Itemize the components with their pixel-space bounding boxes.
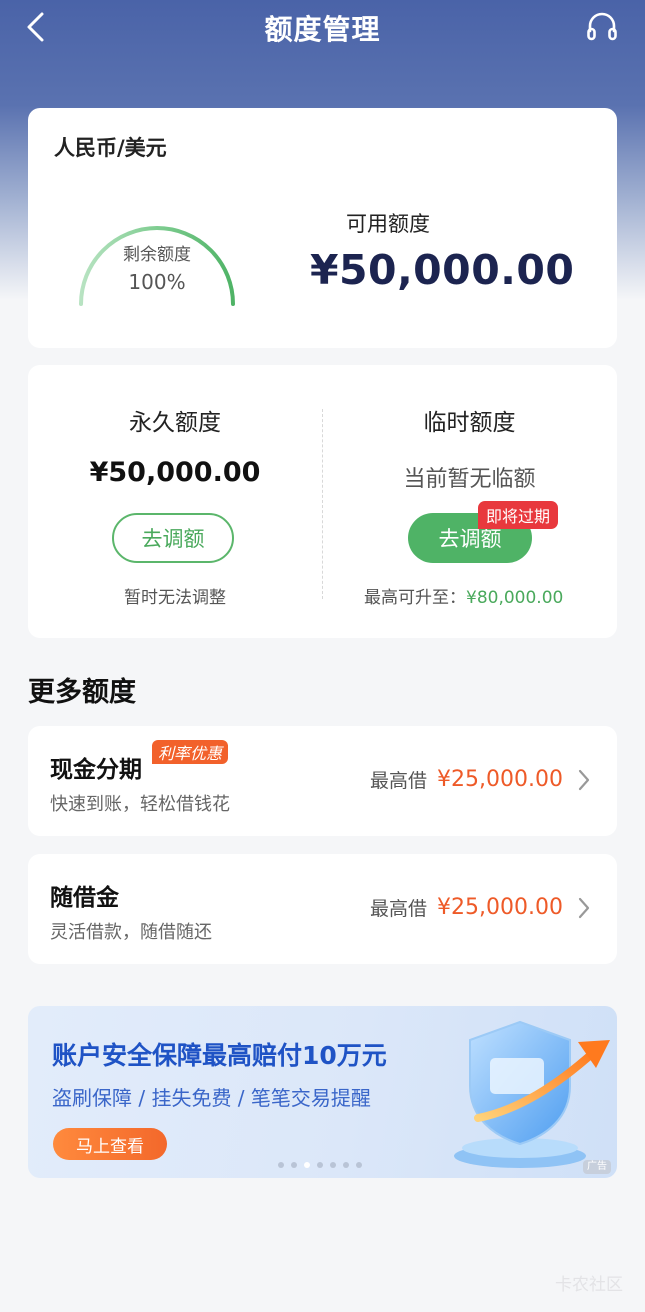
- temporary-limit-status: 当前暂无临额: [403, 467, 536, 492]
- shield-icon: [454, 1020, 610, 1168]
- item-max-value: ¥25,000.00: [437, 895, 563, 920]
- remaining-label: 剩余额度: [123, 245, 191, 265]
- item-max-label: 最高借: [370, 898, 428, 920]
- watermark: 卡农社区: [555, 1275, 623, 1295]
- limit-detail-card: 永久额度 临时额度 ¥50,000.00 当前暂无临额 去调额 去调额 即将过期…: [28, 365, 617, 638]
- page-title: 额度管理: [264, 13, 381, 46]
- item-max: 最高借 ¥25,000.00: [370, 766, 591, 793]
- available-label: 可用额度: [346, 212, 430, 236]
- item-title: 随借金: [50, 885, 119, 911]
- item-subtitle: 快速到账，轻松借钱花: [50, 794, 230, 815]
- carousel-dot: [291, 1162, 297, 1168]
- banner-title: 账户安全保障最高赔付10万元: [52, 1041, 387, 1070]
- carousel-dot: [317, 1162, 323, 1168]
- chevron-right-icon: [578, 897, 590, 918]
- temporary-limit-title: 临时额度: [423, 410, 516, 436]
- carousel-dot: [304, 1162, 310, 1168]
- list-item-cash-installment[interactable]: 现金分期 利率优惠 快速到账，轻松借钱花 最高借 ¥25,000.00: [28, 726, 617, 836]
- chevron-right-icon: [578, 769, 590, 790]
- adjust-permanent-button[interactable]: 去调额: [112, 513, 234, 563]
- permanent-limit-note: 暂时无法调整: [124, 588, 226, 608]
- expiring-badge: 即将过期: [478, 501, 559, 529]
- headset-icon: [587, 12, 617, 41]
- list-item-flexible-loan[interactable]: 随借金 灵活借款，随借随还 最高借 ¥25,000.00: [28, 854, 617, 964]
- permanent-limit-amount: ¥50,000.00: [89, 457, 261, 488]
- view-now-button[interactable]: 马上查看: [53, 1128, 167, 1160]
- top-bar: 额度管理: [0, 0, 645, 54]
- carousel-dot: [278, 1162, 284, 1168]
- item-max-label: 最高借: [370, 770, 428, 792]
- banner-subtitle: 盗刷保障 / 挂失免费 / 笔笔交易提醒: [52, 1086, 371, 1110]
- security-promo-banner[interactable]: 账户安全保障最高赔付10万元 盗刷保障 / 挂失免费 / 笔笔交易提醒 马上查看…: [28, 1006, 617, 1178]
- ad-tag: 广告: [583, 1160, 611, 1174]
- remaining-percent: 100%: [128, 270, 186, 294]
- more-limits-heading: 更多额度: [28, 677, 136, 708]
- temporary-note-prefix: 最高可升至：: [364, 588, 466, 608]
- item-title: 现金分期: [50, 757, 142, 783]
- item-max-value: ¥25,000.00: [437, 767, 563, 792]
- rate-discount-badge: 利率优惠: [152, 740, 229, 764]
- column-divider: [322, 409, 323, 599]
- carousel-dot: [330, 1162, 336, 1168]
- carousel-dot: [356, 1162, 362, 1168]
- available-amount: ¥50,000.00: [310, 246, 575, 294]
- item-max: 最高借 ¥25,000.00: [370, 894, 591, 921]
- customer-service-button[interactable]: [585, 10, 619, 44]
- carousel-indicator: [278, 1162, 369, 1168]
- temporary-note-value: ¥80,000.00: [466, 588, 564, 608]
- currency-label: 人民币/美元: [54, 136, 167, 160]
- permanent-limit-title: 永久额度: [129, 410, 221, 436]
- item-subtitle: 灵活借款，随借随还: [50, 922, 212, 943]
- temporary-limit-note: 最高可升至：¥80,000.00: [364, 583, 563, 608]
- carousel-dot: [343, 1162, 349, 1168]
